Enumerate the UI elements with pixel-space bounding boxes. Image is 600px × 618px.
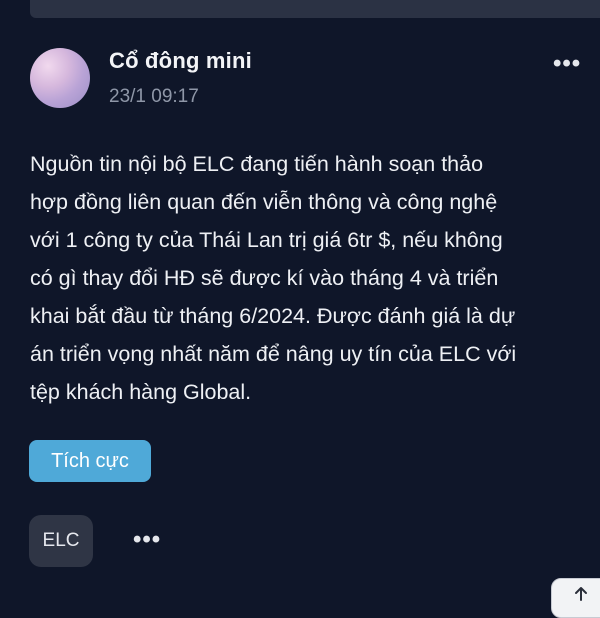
post-timestamp: 23/1 09:17 bbox=[109, 86, 199, 107]
author-name[interactable]: Cổ đông mini bbox=[109, 48, 252, 74]
arrow-up-icon bbox=[575, 587, 587, 601]
ticker-chip[interactable]: ELC bbox=[29, 515, 93, 567]
post-line: tệp khách hàng Global. bbox=[30, 380, 252, 404]
post-line: có gì thay đổi HĐ sẽ được kí vào tháng 4… bbox=[30, 266, 499, 290]
scroll-to-top-button[interactable] bbox=[551, 578, 600, 618]
post-line: khai bắt đầu từ tháng 6/2024. Được đánh … bbox=[30, 304, 516, 328]
post-line: hợp đồng liên quan đến viễn thông và côn… bbox=[30, 190, 498, 214]
post-line: với 1 công ty của Thái Lan trị giá 6tr $… bbox=[30, 228, 503, 252]
more-options-icon[interactable]: ••• bbox=[553, 52, 581, 76]
avatar[interactable] bbox=[30, 48, 90, 108]
post-body: Nguồn tin nội bộ ELC đang tiến hành soạn… bbox=[30, 145, 600, 411]
more-actions-icon[interactable]: ••• bbox=[133, 528, 161, 552]
post-line: án triển vọng nhất năm để nâng uy tín củ… bbox=[30, 342, 517, 366]
sentiment-badge[interactable]: Tích cực bbox=[29, 440, 151, 482]
post-line: Nguồn tin nội bộ ELC đang tiến hành soạn… bbox=[30, 152, 484, 176]
top-divider-bar bbox=[30, 0, 600, 18]
